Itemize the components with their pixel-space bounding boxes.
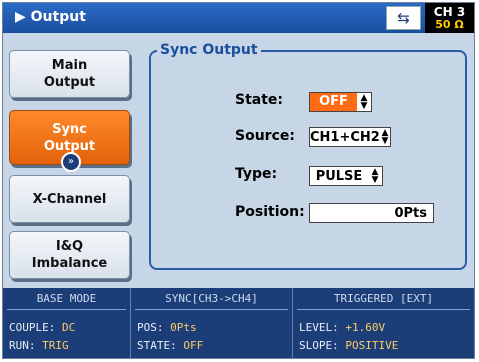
sync-state-label: STATE: [137,339,177,352]
couple-label: COUPLE: [9,321,56,334]
run-label: RUN: [9,339,36,352]
source-label: Source: [235,128,295,144]
couple-row: COUPLE: DC [9,321,75,334]
slope-row: SLOPE: POSITIVE [299,339,398,352]
level-label: LEVEL: [299,321,339,334]
triggered-header: TRIGGERED [EXT] [333,292,434,305]
type-value: PULSE [315,168,363,184]
divider [297,309,470,310]
base-mode-header: BASE MODE [36,292,97,305]
x-channel-label: X-Channel [32,191,107,207]
title-bar: ▶ Output ⇆ CH 3 50 Ω [3,3,474,33]
main-output-button[interactable]: Main Output [9,50,130,98]
couple-value: DC [61,321,76,334]
sync-output-label-1: Sync [52,121,87,137]
divider [7,309,126,310]
pos-value: 0Pts [170,321,197,334]
expand-chevron-icon[interactable]: » [61,152,81,172]
spinner-icon[interactable]: ▲ ▼ [357,94,371,111]
state-selector[interactable]: OFF ▲ ▼ [309,92,372,112]
slope-label: SLOPE: [299,339,339,352]
main-output-label-1: Main [51,58,88,73]
status-bar: BASE MODE COUPLE: DC RUN: TRIG SYNC[CH3-… [3,288,474,358]
type-label: Type: [235,166,278,182]
type-selector[interactable]: PULSE ▲ ▼ [309,166,383,186]
position-value: 0Pts [394,205,427,221]
status-sync: SYNC[CH3->CH4] POS: 0Pts STATE: OFF [131,288,293,358]
iq-imbalance-label-1: I&Q [55,239,84,254]
slope-value: POSITIVE [345,339,399,352]
source-selector[interactable]: CH1+CH2 ▲ ▼ [309,127,391,147]
sync-header: SYNC[CH3->CH4] [165,292,258,305]
sync-state-value: OFF [183,339,204,352]
main-output-label-2: Output [43,75,96,90]
iq-imbalance-label-2: Imbalance [31,256,108,271]
pos-label: POS: [137,321,164,334]
spinner-icon[interactable]: ▲ ▼ [380,129,390,146]
sync-output-panel: Sync Output State: OFF ▲ ▼ Source: CH1+CH… [149,42,467,270]
pos-row: POS: 0Pts [137,321,197,334]
sync-state-row: STATE: OFF [137,339,203,352]
iq-imbalance-button[interactable]: I&Q Imbalance [9,231,130,279]
usb-icon: ⇆ [386,6,421,30]
state-label: State: [235,92,284,108]
page-title: ▶ Output [15,9,86,25]
status-triggered: TRIGGERED [EXT] LEVEL: +1.60V SLOPE: POS… [293,288,474,358]
channel-name: CH 3 [433,5,466,19]
position-label: Position: [235,204,305,220]
page-title-text: Output [30,9,86,25]
run-row: RUN: TRIG [9,339,69,352]
level-row: LEVEL: +1.60V [299,321,385,334]
channel-indicator[interactable]: CH 3 50 Ω [425,3,474,33]
state-value: OFF [310,93,357,111]
spinner-icon[interactable]: ▲ ▼ [368,168,382,185]
level-value: +1.60V [345,321,386,334]
divider [135,309,288,310]
x-channel-button[interactable]: X-Channel [9,175,130,223]
channel-impedance: 50 Ω [435,18,464,31]
play-marker-icon: ▶ [15,9,26,25]
source-value: CH1+CH2 [310,129,380,145]
instrument-screen: ▶ Output ⇆ CH 3 50 Ω Main Output Sync Ou… [2,2,475,359]
run-value: TRIG [42,339,69,352]
panel-title: Sync Output [157,42,261,58]
position-field[interactable]: 0Pts [309,203,434,223]
status-base-mode: BASE MODE COUPLE: DC RUN: TRIG [3,288,131,358]
